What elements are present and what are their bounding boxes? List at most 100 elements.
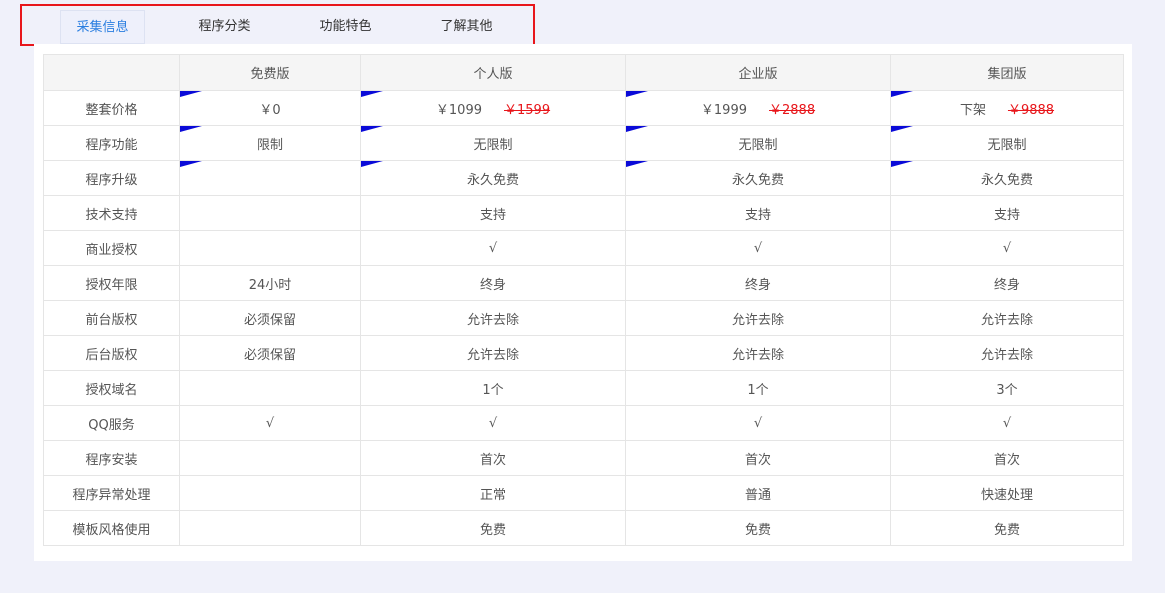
- table-row: 模板风格使用 免费 免费 免费: [43, 510, 1124, 546]
- cell-value: √: [1002, 415, 1012, 431]
- tab-collect-info[interactable]: 采集信息: [60, 10, 145, 44]
- cell-group: 永久免费: [890, 160, 1124, 196]
- cell-enterprise: √: [625, 405, 891, 441]
- row-label: 程序升级: [43, 160, 180, 196]
- cell-value: 必须保留: [243, 347, 296, 363]
- cell-enterprise: √: [625, 230, 891, 266]
- header-personal: 个人版: [360, 54, 626, 91]
- table-row: 商业授权 √ √ √: [43, 230, 1124, 266]
- cell-value: 永久免费: [731, 172, 784, 188]
- corner-flag: [361, 161, 383, 167]
- corner-flag: [180, 161, 202, 167]
- cell-value: √: [488, 415, 498, 431]
- cell-group: 免费: [890, 510, 1124, 546]
- price-original: ￥9888: [1007, 102, 1055, 118]
- row-label: 授权域名: [43, 370, 180, 406]
- cell-value: √: [1002, 240, 1012, 256]
- cell-value: 无限制: [987, 137, 1027, 153]
- cell-free: [179, 440, 361, 476]
- row-label: 程序安装: [43, 440, 180, 476]
- cell-enterprise: 永久免费: [625, 160, 891, 196]
- cell-personal: √: [360, 230, 626, 266]
- corner-flag: [891, 161, 913, 167]
- cell-free: 限制: [179, 125, 361, 161]
- cell-free: [179, 230, 361, 266]
- cell-value: 支持: [993, 207, 1020, 223]
- cell-group: √: [890, 230, 1124, 266]
- corner-flag: [626, 91, 648, 97]
- cell-value: 正常: [479, 487, 506, 503]
- price-cell-enterprise: ￥1999 ￥2888: [625, 90, 891, 126]
- cell-value: 支持: [479, 207, 506, 223]
- header-group: 集团版: [890, 54, 1124, 91]
- tab-features[interactable]: 功能特色: [303, 10, 388, 44]
- cell-enterprise: 无限制: [625, 125, 891, 161]
- cell-value: √: [753, 240, 763, 256]
- cell-value: 允许去除: [980, 312, 1033, 328]
- row-label: 授权年限: [43, 265, 180, 301]
- cell-value: 免费: [479, 522, 506, 538]
- cell-free: 必须保留: [179, 335, 361, 371]
- corner-flag: [180, 126, 202, 132]
- cell-free: [179, 475, 361, 511]
- cell-value: 3个: [996, 382, 1018, 398]
- tab-learn-more[interactable]: 了解其他: [424, 10, 509, 44]
- cell-value: 永久免费: [466, 172, 519, 188]
- row-label: 程序功能: [43, 125, 180, 161]
- corner-flag: [361, 91, 383, 97]
- table-row: 授权域名 1个 1个 3个: [43, 370, 1124, 406]
- cell-value: 允许去除: [466, 347, 519, 363]
- cell-group: 允许去除: [890, 335, 1124, 371]
- cell-personal: 允许去除: [360, 335, 626, 371]
- cell-value: 快速处理: [980, 487, 1033, 503]
- corner-flag: [891, 126, 913, 132]
- table-row: 后台版权 必须保留 允许去除 允许去除 允许去除: [43, 335, 1124, 371]
- cell-value: 支持: [744, 207, 771, 223]
- table-row: QQ服务 √ √ √ √: [43, 405, 1124, 441]
- table-row: 技术支持 支持 支持 支持: [43, 195, 1124, 231]
- price-current: ￥1099: [435, 102, 482, 118]
- cell-personal: √: [360, 405, 626, 441]
- cell-personal: 终身: [360, 265, 626, 301]
- header-enterprise: 企业版: [625, 54, 891, 91]
- corner-flag: [626, 161, 648, 167]
- corner-flag: [361, 126, 383, 132]
- row-label: 整套价格: [43, 90, 180, 126]
- cell-group: 允许去除: [890, 300, 1124, 336]
- cell-value: 限制: [256, 137, 283, 153]
- cell-free: 必须保留: [179, 300, 361, 336]
- price-original: ￥2888: [769, 102, 816, 118]
- cell-enterprise: 允许去除: [625, 335, 891, 371]
- pricing-panel: 免费版 个人版 企业版 集团版 整套价格 ￥0 ￥1099 ￥1599 ￥1999…: [34, 44, 1132, 561]
- cell-value: 首次: [479, 452, 506, 468]
- cell-value: 允许去除: [731, 312, 784, 328]
- table-row: 程序升级 永久免费 永久免费 永久免费: [43, 160, 1124, 196]
- cell-value: 1个: [482, 382, 504, 398]
- cell-value: 免费: [744, 522, 771, 538]
- table-row: 程序安装 首次 首次 首次: [43, 440, 1124, 476]
- cell-value: √: [753, 415, 763, 431]
- cell-value: 首次: [744, 452, 771, 468]
- price-original: ￥1599: [504, 102, 551, 118]
- cell-personal: 免费: [360, 510, 626, 546]
- row-label: 程序异常处理: [43, 475, 180, 511]
- cell-free: [179, 510, 361, 546]
- cell-value: 普通: [744, 487, 771, 503]
- row-label: 技术支持: [43, 195, 180, 231]
- header-free: 免费版: [179, 54, 361, 91]
- price-cell-personal: ￥1099 ￥1599: [360, 90, 626, 126]
- cell-value: 1个: [747, 382, 769, 398]
- cell-personal: 永久免费: [360, 160, 626, 196]
- price-current: ￥0: [259, 102, 281, 118]
- table-row: 授权年限 24小时 终身 终身 终身: [43, 265, 1124, 301]
- cell-enterprise: 允许去除: [625, 300, 891, 336]
- cell-value: 允许去除: [980, 347, 1033, 363]
- cell-enterprise: 支持: [625, 195, 891, 231]
- tab-program-category[interactable]: 程序分类: [182, 10, 267, 44]
- row-label: 前台版权: [43, 300, 180, 336]
- cell-group: 终身: [890, 265, 1124, 301]
- cell-free: [179, 160, 361, 196]
- cell-value: 必须保留: [243, 312, 296, 328]
- cell-enterprise: 首次: [625, 440, 891, 476]
- pricing-table: 免费版 个人版 企业版 集团版 整套价格 ￥0 ￥1099 ￥1599 ￥1999…: [43, 54, 1124, 546]
